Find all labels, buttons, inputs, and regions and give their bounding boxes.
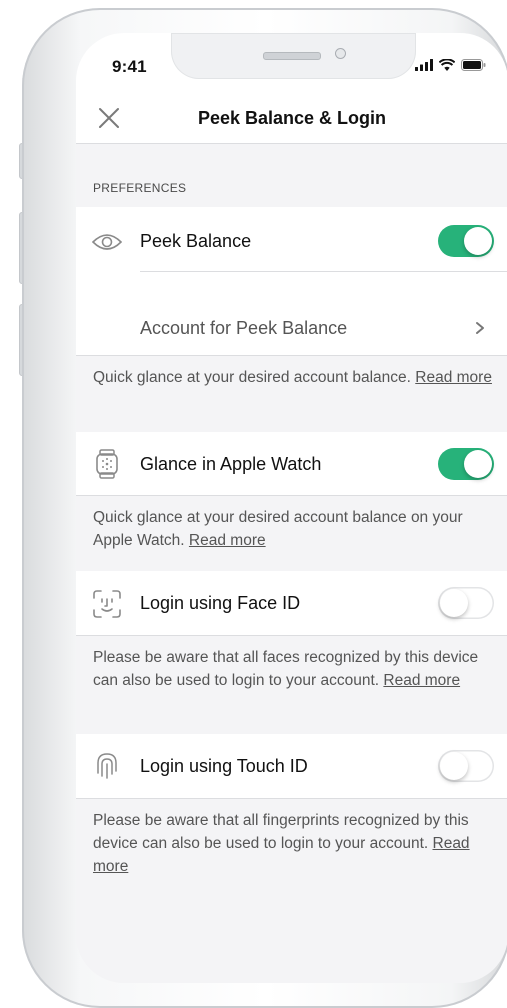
read-more-link[interactable]: Read more — [189, 532, 266, 549]
toggle-knob — [464, 227, 492, 255]
section-label-preferences: PREFERENCES — [93, 181, 187, 195]
account-label: Account for Peek Balance — [140, 318, 348, 338]
face-id-row: Login using Face ID — [76, 571, 507, 635]
group-divider — [76, 355, 507, 356]
apple-watch-icon — [96, 449, 118, 479]
glance-watch-label: Glance in Apple Watch — [140, 454, 322, 474]
peek-desc-text: Quick glance at your desired account bal… — [93, 369, 411, 386]
peek-balance-group: Peek Balance Account for Peek Balance — [76, 207, 507, 355]
notch — [171, 33, 416, 79]
toggle-knob — [440, 589, 468, 617]
touch-id-row: Login using Touch ID — [76, 734, 507, 798]
watch-description: Quick glance at your desired account bal… — [93, 506, 493, 552]
status-icons — [415, 59, 486, 71]
battery-icon — [461, 59, 486, 71]
group-divider — [76, 798, 507, 799]
toggle-knob — [440, 752, 468, 780]
peek-balance-toggle[interactable] — [438, 225, 494, 257]
touch-desc-text: Please be aware that all fingerprints re… — [93, 812, 469, 852]
fingerprint-icon — [97, 753, 117, 779]
peek-balance-label: Peek Balance — [140, 231, 252, 251]
signal-icon — [415, 59, 433, 71]
face-description: Please be aware that all faces recognize… — [93, 646, 493, 692]
nav-bar: Peek Balance & Login — [76, 93, 507, 144]
screen: 9:41 Peek Balance & Login PREFERENCES Pe… — [76, 33, 507, 983]
read-more-link[interactable]: Read more — [415, 369, 492, 386]
device-frame: 9:41 Peek Balance & Login PREFERENCES Pe… — [22, 8, 507, 1008]
wifi-icon — [439, 59, 455, 71]
chevron-right-icon — [476, 322, 484, 334]
speaker — [263, 52, 321, 60]
read-more-link[interactable]: Read more — [383, 672, 460, 689]
glance-watch-row: Glance in Apple Watch — [76, 432, 507, 495]
group-divider — [76, 495, 507, 496]
account-row[interactable]: Account for Peek Balance — [76, 272, 507, 355]
toggle-knob — [464, 450, 492, 478]
eye-icon — [92, 234, 122, 250]
group-divider — [76, 635, 507, 636]
touch-id-toggle[interactable] — [438, 750, 494, 782]
status-bar: 9:41 — [76, 33, 507, 93]
page-title: Peek Balance & Login — [197, 108, 387, 128]
status-time: 9:41 — [112, 57, 147, 76]
touch-description: Please be aware that all fingerprints re… — [93, 809, 493, 878]
peek-description: Quick glance at your desired account bal… — [93, 366, 493, 389]
camera — [335, 48, 346, 59]
watch-desc-text: Quick glance at your desired account bal… — [93, 509, 463, 549]
touch-id-label: Login using Touch ID — [140, 756, 308, 776]
face-id-icon — [93, 590, 121, 618]
face-id-toggle[interactable] — [438, 587, 494, 619]
face-id-label: Login using Face ID — [140, 593, 301, 613]
glance-watch-toggle[interactable] — [438, 448, 494, 480]
